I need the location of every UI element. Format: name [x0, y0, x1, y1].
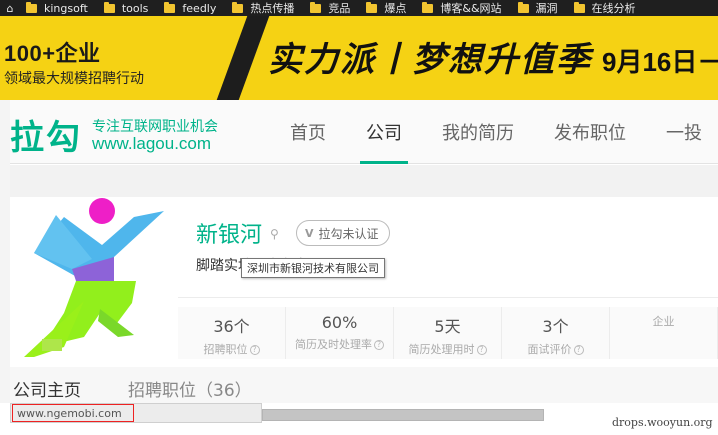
stat-label-text: 简历及时处理率	[295, 338, 372, 351]
bookmark-feedly[interactable]: feedly	[158, 0, 226, 16]
home-icon[interactable]: ⌂	[0, 0, 20, 16]
bookmark-analysis[interactable]: 在线分析	[568, 0, 646, 16]
help-icon[interactable]: ?	[374, 340, 384, 350]
stat-value: 3个	[542, 317, 569, 336]
stat-processing-time: 5天 简历处理用时?	[394, 307, 502, 359]
bookmark-label: tools	[121, 1, 149, 15]
badge-label: 拉勾未认证	[318, 226, 379, 241]
folder-icon	[26, 1, 37, 13]
logo-pink-dot	[89, 198, 115, 224]
site-header: 拉勾 专注互联网职业机会 www.lagou.com 首页 公司 我的简历 发布…	[0, 100, 718, 164]
bookmark-label: feedly	[182, 1, 217, 15]
horizontal-scrollbar-thumb[interactable]	[262, 409, 544, 421]
nav-more[interactable]: 一投	[646, 100, 718, 164]
help-icon[interactable]: ?	[249, 345, 260, 355]
help-icon[interactable]: ?	[476, 345, 487, 355]
url-highlight-box	[12, 404, 134, 422]
folder-icon	[164, 1, 176, 13]
bookmark-label: 竞品	[328, 2, 351, 15]
stat-response-rate: 60% 简历及时处理率?	[286, 307, 394, 359]
stat-value: 36个	[213, 317, 250, 336]
stat-label-text: 企业	[652, 315, 675, 328]
nav-post-job[interactable]: 发布职位	[534, 100, 646, 164]
help-icon[interactable]: ?	[573, 345, 584, 355]
bookmark-vulns[interactable]: 漏洞	[512, 0, 568, 16]
lagou-logo[interactable]: 拉勾	[10, 110, 82, 159]
company-logo	[24, 198, 164, 357]
folder-icon	[232, 1, 244, 13]
stat-label: 招聘职位?	[178, 341, 285, 357]
bookmark-blogs[interactable]: 博客&&网站	[416, 0, 511, 16]
banner-subline: 领域最大规模招聘行动	[4, 71, 144, 87]
verify-icon: V	[305, 226, 314, 240]
watermark: drops.wooyun.org	[612, 416, 713, 429]
banner-left-panel: 100+企业 领域最大规模招聘行动	[0, 16, 250, 100]
tab-jobs[interactable]: 招聘职位（36）	[128, 376, 252, 401]
verification-badge[interactable]: V 拉勾未认证	[296, 220, 390, 246]
logo-slogan: 专注互联网职业机会	[92, 119, 218, 135]
stat-label-text: 招聘职位	[203, 343, 248, 356]
nav-companies[interactable]: 公司	[346, 100, 422, 164]
bookmark-hot[interactable]: 热点传播	[226, 0, 304, 16]
folder-icon	[573, 1, 585, 13]
bookmark-tools[interactable]: tools	[98, 0, 159, 16]
nav-my-resume[interactable]: 我的简历	[422, 100, 534, 164]
browser-status-bar: www.ngemobi.com drops.wooyun.org	[0, 403, 718, 435]
logo-checker	[42, 339, 62, 351]
company-name-row: 新银河 ⚲ V 拉勾未认证	[196, 217, 390, 249]
company-name[interactable]: 新银河	[196, 217, 262, 249]
stat-value: 5天	[434, 317, 461, 336]
stat-open-jobs: 36个 招聘职位?	[178, 307, 286, 359]
stat-enterprise: 企业	[610, 307, 718, 359]
bookmark-label: 爆点	[384, 2, 407, 15]
section-gap	[0, 165, 718, 197]
company-stats: 36个 招聘职位? 60% 简历及时处理率? 5天 简历处理用时? 3个 面试评…	[178, 307, 718, 359]
bookmarks-bar: ⌂ kingsoft tools feedly 热点传播 竞品 爆点 博客&&网…	[0, 0, 718, 16]
folder-icon	[103, 1, 115, 13]
window-left-edge	[0, 100, 10, 403]
bookmark-label: 漏洞	[535, 2, 558, 15]
banner-headline: 100+企业	[4, 41, 101, 66]
main-nav: 首页 公司 我的简历 发布职位 一投	[270, 100, 718, 164]
stat-label: 面试评价?	[502, 341, 609, 357]
bookmark-kingsoft[interactable]: kingsoft	[20, 0, 98, 16]
tab-company-home[interactable]: 公司主页	[13, 376, 81, 401]
stat-value: 60%	[321, 313, 358, 332]
stat-label: 简历及时处理率?	[286, 336, 393, 352]
bookmark-competitors[interactable]: 竞品	[304, 0, 360, 16]
company-profile: 新银河 ⚲ V 拉勾未认证 脚踏实地，患有音运 深圳市新银河技术有限公司 36个…	[0, 197, 718, 367]
bookmark-label: 热点传播	[250, 2, 295, 15]
bookmark-label: kingsoft	[44, 1, 88, 15]
link-icon[interactable]: ⚲	[270, 227, 282, 241]
stat-label: 简历处理用时?	[394, 341, 501, 357]
folder-icon	[366, 1, 378, 13]
ad-banner[interactable]: 100+企业 领域最大规模招聘行动 实力派丨梦想升值季 9月16日－	[0, 16, 718, 100]
stat-label-text: 简历处理用时	[408, 343, 475, 356]
bookmark-label: 在线分析	[591, 2, 636, 15]
folder-icon	[310, 1, 322, 13]
company-tabs: 公司主页 招聘职位（36）	[0, 367, 718, 405]
banner-date: 9月16日－	[602, 47, 718, 77]
logo-url: www.lagou.com	[92, 134, 212, 153]
nav-home[interactable]: 首页	[270, 100, 346, 164]
folder-icon	[422, 1, 434, 13]
stat-interview-reviews: 3个 面试评价?	[502, 307, 610, 359]
banner-slogan: 实力派丨梦想升值季	[268, 40, 592, 80]
bookmark-label: 博客&&网站	[440, 2, 502, 15]
stat-label-text: 面试评价	[527, 343, 572, 356]
folder-icon	[517, 1, 529, 13]
stats-divider	[178, 297, 718, 298]
company-fullname-tooltip: 深圳市新银河技术有限公司	[241, 258, 385, 278]
bookmark-hotspots[interactable]: 爆点	[360, 0, 416, 16]
stat-label: 企业	[610, 313, 717, 329]
